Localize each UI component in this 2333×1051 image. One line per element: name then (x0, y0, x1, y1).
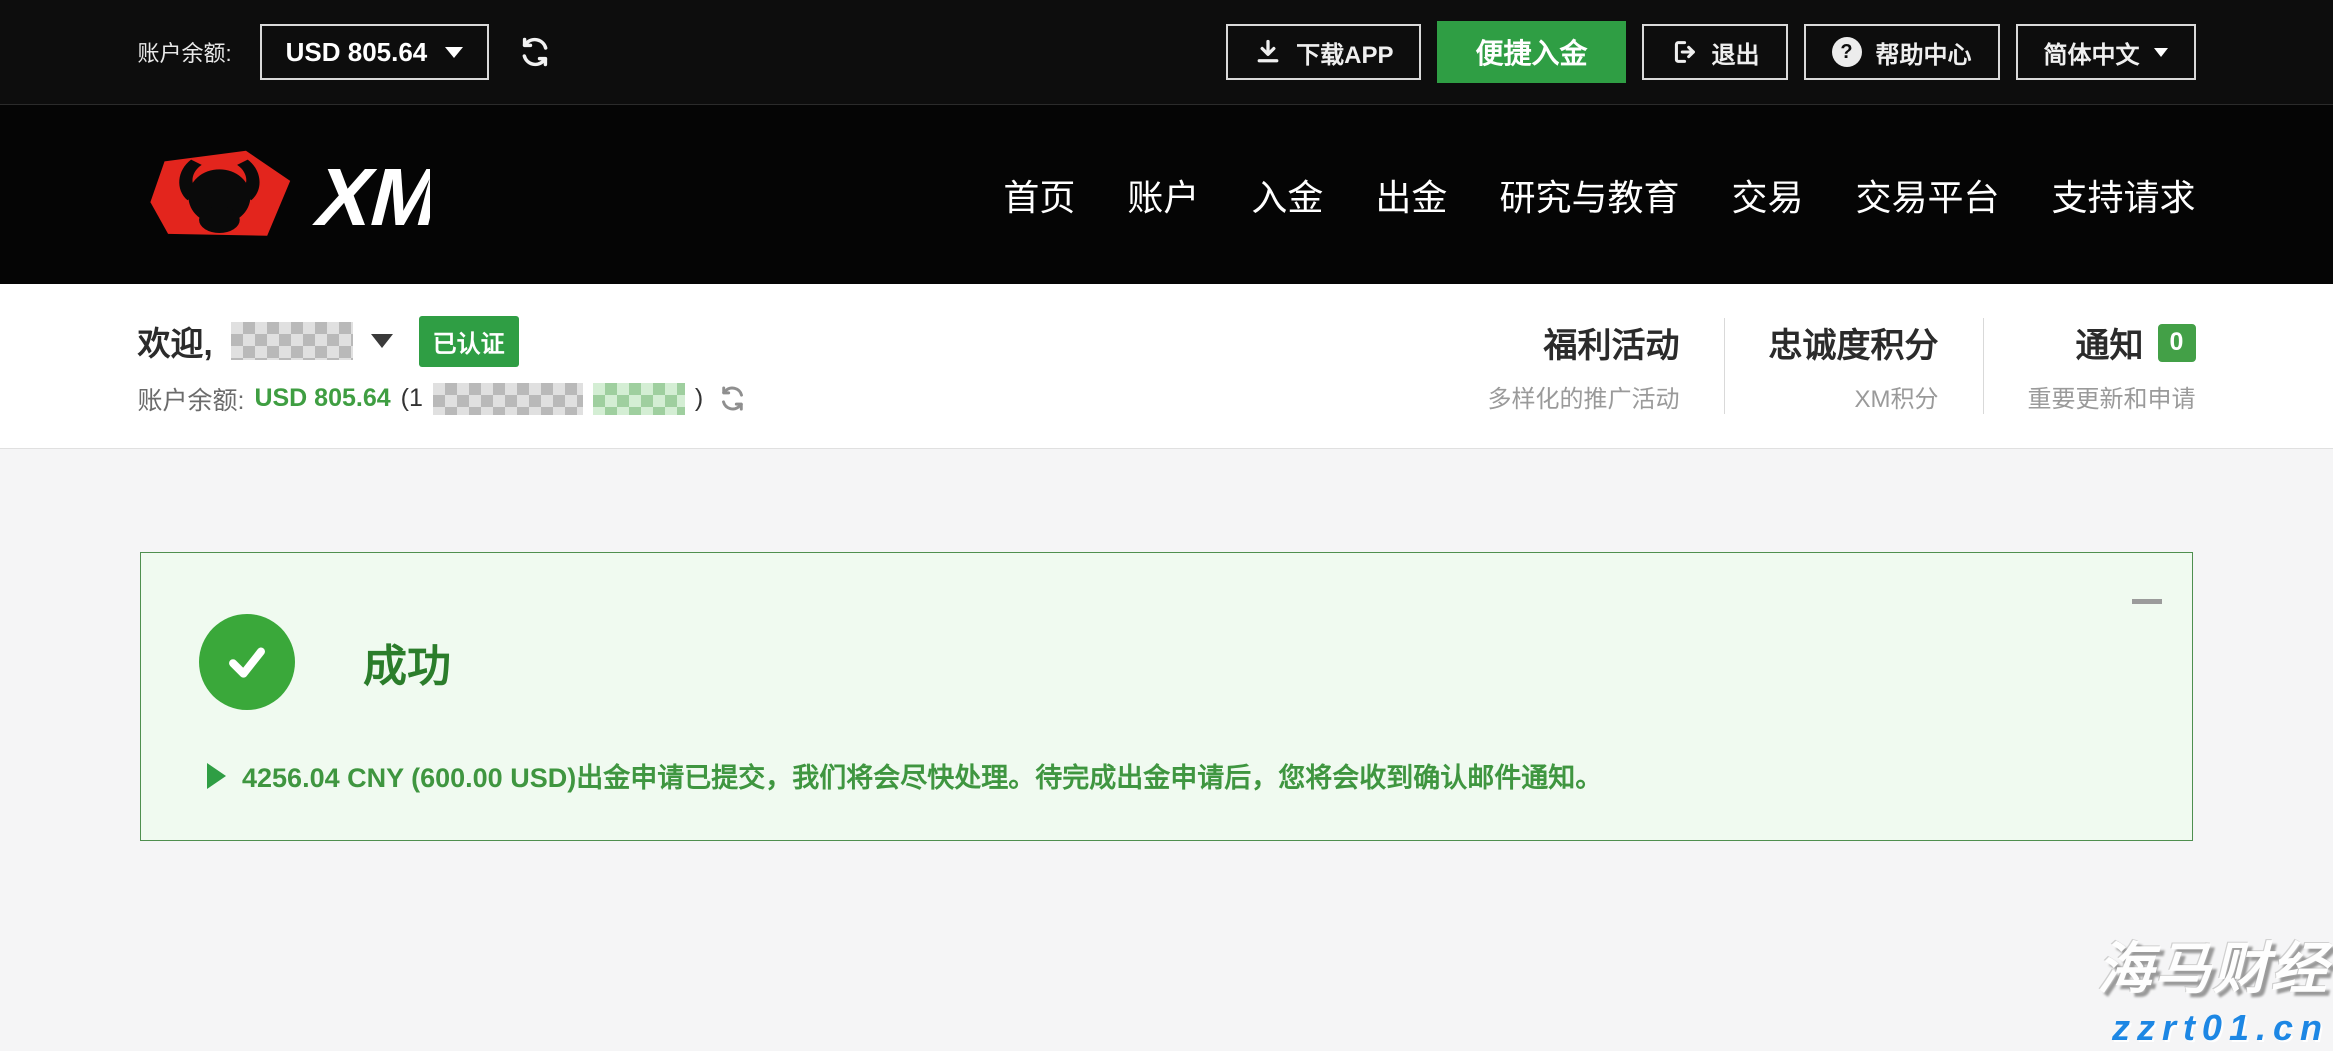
account-balance-dropdown[interactable]: USD 805.64 (260, 24, 490, 80)
welcome-greeting: 欢迎, (138, 317, 213, 365)
chevron-down-icon (445, 47, 463, 58)
logout-button[interactable]: 退出 (1642, 24, 1788, 80)
blurred-account-type (593, 383, 685, 415)
success-title: 成功 (363, 630, 451, 694)
content-area: 成功 4256.04 CNY (600.00 USD)出金申请已提交，我们将会尽… (0, 552, 2333, 1051)
chevron-down-icon (2154, 48, 2168, 57)
promotions-title: 福利活动 (1544, 318, 1680, 367)
blurred-account-number (433, 383, 583, 415)
language-dropdown[interactable]: 简体中文 (2016, 24, 2196, 80)
main-navbar: XM 首页 账户 入金 出金 研究与教育 交易 交易平台 支持请求 (0, 105, 2333, 284)
topbar-actions: 下载APP 便捷入金 退出 ? 帮助中心 (1226, 21, 2195, 83)
triangle-bullet-icon (207, 763, 226, 789)
verified-badge: 已认证 (419, 316, 519, 367)
refresh-account-icon[interactable] (719, 385, 746, 412)
main-nav: 首页 账户 入金 出金 研究与教育 交易 交易平台 支持请求 (1003, 169, 2195, 221)
account-paren-close: ) (695, 384, 703, 413)
xm-logo[interactable]: XM (138, 145, 430, 245)
logout-icon (1670, 38, 1698, 66)
language-label: 简体中文 (2044, 35, 2140, 70)
logo-text: XM (307, 151, 430, 243)
loyalty-title: 忠诚度积分 (1769, 318, 1939, 367)
help-icon: ? (1832, 37, 1862, 67)
nav-item-deposit[interactable]: 入金 (1251, 169, 1323, 221)
top-utility-bar: 账户余额: USD 805.64 (0, 0, 2333, 105)
quick-deposit-button[interactable]: 便捷入金 (1437, 21, 1625, 83)
balance-value: USD 805.64 (254, 384, 390, 413)
download-app-label: 下载APP (1296, 35, 1393, 70)
success-check-circle (199, 614, 295, 710)
account-balance-label: 账户余额: (138, 36, 232, 68)
notifications-subtitle: 重要更新和申请 (2028, 379, 2196, 414)
promotions-subtitle: 多样化的推广活动 (1488, 379, 1680, 414)
quick-link-promotions[interactable]: 福利活动 多样化的推广活动 (1444, 318, 1724, 414)
topbar-balance-group: 账户余额: USD 805.64 (138, 24, 552, 80)
quick-link-notifications[interactable]: 通知 0 重要更新和申请 (1983, 318, 2196, 414)
notifications-title: 通知 (2076, 318, 2144, 367)
help-center-label: 帮助中心 (1876, 35, 1972, 70)
nav-item-account[interactable]: 账户 (1127, 169, 1199, 221)
nav-item-research-education[interactable]: 研究与教育 (1499, 169, 1679, 221)
nav-item-home[interactable]: 首页 (1003, 169, 1075, 221)
download-app-button[interactable]: 下载APP (1226, 24, 1421, 80)
chevron-down-icon[interactable] (371, 334, 393, 348)
help-center-button[interactable]: ? 帮助中心 (1804, 24, 2000, 80)
welcome-quick-links: 福利活动 多样化的推广活动 忠诚度积分 XM积分 通知 0 重要更新和申请 (1444, 318, 2196, 414)
refresh-balance-icon[interactable] (519, 36, 551, 68)
account-balance-value: USD 805.64 (286, 37, 428, 68)
download-icon (1254, 38, 1282, 66)
quick-deposit-label: 便捷入金 (1475, 32, 1587, 72)
check-icon (219, 634, 275, 690)
nav-item-trading[interactable]: 交易 (1731, 169, 1803, 221)
success-alert: 成功 4256.04 CNY (600.00 USD)出金申请已提交，我们将会尽… (140, 552, 2193, 841)
xm-member-page: 账户余额: USD 805.64 (0, 0, 2333, 1051)
notification-count-badge: 0 (2158, 324, 2196, 362)
nav-item-platforms[interactable]: 交易平台 (1855, 169, 1999, 221)
welcome-left: 欢迎, 已认证 账户余额: USD 805.64 (1 ) (138, 316, 747, 417)
logout-label: 退出 (1712, 35, 1760, 70)
minimize-icon[interactable] (2132, 599, 2162, 604)
blurred-username (231, 322, 353, 360)
welcome-bar: 欢迎, 已认证 账户余额: USD 805.64 (1 ) (0, 284, 2333, 449)
account-paren-open: (1 (401, 384, 423, 413)
nav-item-support[interactable]: 支持请求 (2051, 169, 2195, 221)
balance-label: 账户余额: (138, 381, 245, 417)
nav-item-withdrawal[interactable]: 出金 (1375, 169, 1447, 221)
loyalty-subtitle: XM积分 (1769, 379, 1939, 414)
quick-link-loyalty[interactable]: 忠诚度积分 XM积分 (1724, 318, 1983, 414)
success-message: 4256.04 CNY (600.00 USD)出金申请已提交，我们将会尽快处理… (242, 756, 1602, 795)
